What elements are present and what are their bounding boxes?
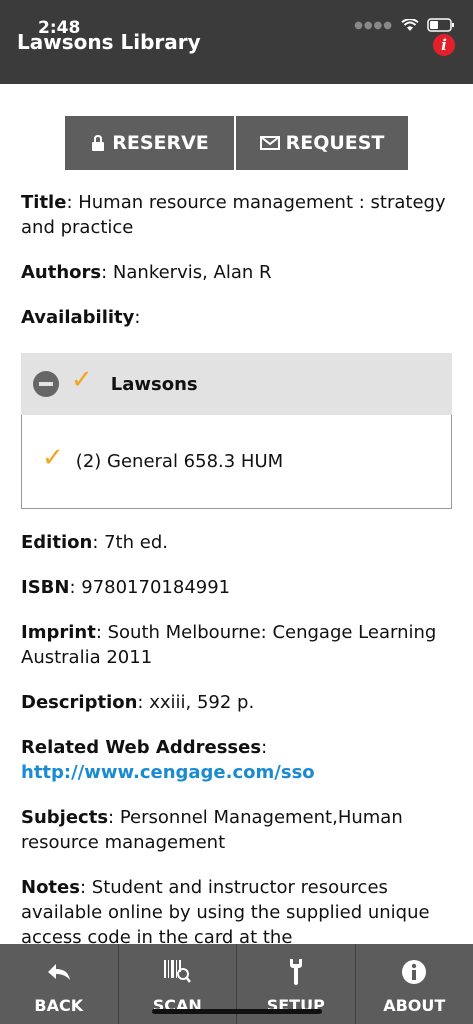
app-header: 2:48 Lawsons Library ●●●● i — [0, 0, 473, 84]
record-details-bottom: Edition: 7th ed. ISBN: 9780170184991 Imp… — [21, 530, 453, 944]
info-icon — [401, 958, 427, 986]
battery-icon — [427, 18, 455, 32]
notes-field: Notes: Student and instructor resources … — [21, 875, 453, 944]
checkmark-icon: ✓ — [71, 365, 93, 395]
isbn-value: 9780170184991 — [81, 577, 231, 598]
availability-panel: ✓ Lawsons ✓ (2) General 658.3 HUM — [21, 353, 452, 509]
app-title: Lawsons Library — [17, 30, 201, 54]
description-value: xxiii, 592 p. — [149, 692, 255, 713]
availability-field: Availability: — [21, 307, 141, 328]
title-value: Human resource management : strategy and… — [21, 192, 446, 238]
barcode-scan-icon — [162, 958, 192, 986]
wifi-icon — [401, 18, 419, 32]
collapse-icon[interactable] — [33, 371, 59, 397]
wrench-icon — [286, 958, 306, 986]
description-label: Description — [21, 692, 138, 713]
request-button[interactable]: REQUEST — [236, 116, 408, 170]
authors-value: Nankervis, Alan R — [112, 262, 272, 283]
imprint-label: Imprint — [21, 622, 96, 643]
imprint-field: Imprint: South Melbourne: Cengage Learni… — [21, 622, 437, 668]
availability-item-row: ✓ (2) General 658.3 HUM — [21, 415, 452, 509]
isbn-label: ISBN — [21, 577, 70, 598]
title-label: Title — [21, 192, 67, 213]
tab-back-label: BACK — [34, 996, 84, 1015]
notes-value: Student and instructor resources availab… — [21, 877, 430, 944]
subjects-label: Subjects — [21, 807, 109, 828]
alert-info-icon[interactable]: i — [433, 34, 455, 56]
request-label: REQUEST — [285, 132, 385, 154]
edition-field: Edition: 7th ed. — [21, 532, 168, 553]
back-arrow-icon — [44, 958, 74, 986]
status-icons: ●●●● — [354, 18, 455, 32]
authors-label: Authors — [21, 262, 102, 283]
availability-label: Availability — [21, 307, 135, 328]
record-details-top: Title: Human resource management : strat… — [21, 190, 453, 350]
cellular-signal-icon: ●●●● — [354, 19, 393, 31]
edition-value: 7th ed. — [104, 532, 168, 553]
request-mail-icon — [259, 135, 280, 151]
tab-about[interactable]: ABOUT — [356, 944, 473, 1024]
home-indicator[interactable] — [152, 1009, 322, 1014]
authors-field: Authors: Nankervis, Alan R — [21, 262, 272, 283]
tab-about-label: ABOUT — [383, 996, 446, 1015]
availability-branch-header[interactable]: ✓ Lawsons — [21, 353, 452, 415]
related-web-link[interactable]: http://www.cengage.com/sso — [21, 762, 315, 783]
reserve-label: RESERVE — [112, 132, 209, 154]
branch-name: Lawsons — [110, 373, 198, 395]
edition-label: Edition — [21, 532, 93, 553]
isbn-field: ISBN: 9780170184991 — [21, 577, 231, 598]
title-field: Title: Human resource management : strat… — [21, 192, 446, 238]
description-field: Description: xxiii, 592 p. — [21, 692, 255, 713]
related-web-field: Related Web Addresses: http://www.cengag… — [21, 737, 315, 783]
related-web-label: Related Web Addresses — [21, 737, 262, 758]
availability-item: (2) General 658.3 HUM — [75, 451, 284, 472]
checkmark-icon: ✓ — [42, 442, 64, 473]
reserve-lock-icon — [90, 134, 106, 152]
action-buttons: RESERVE REQUEST — [65, 116, 408, 170]
tab-back[interactable]: BACK — [0, 944, 119, 1024]
subjects-field: Subjects: Personnel Management,Human res… — [21, 807, 403, 853]
notes-label: Notes — [21, 877, 80, 898]
reserve-button[interactable]: RESERVE — [65, 116, 234, 170]
